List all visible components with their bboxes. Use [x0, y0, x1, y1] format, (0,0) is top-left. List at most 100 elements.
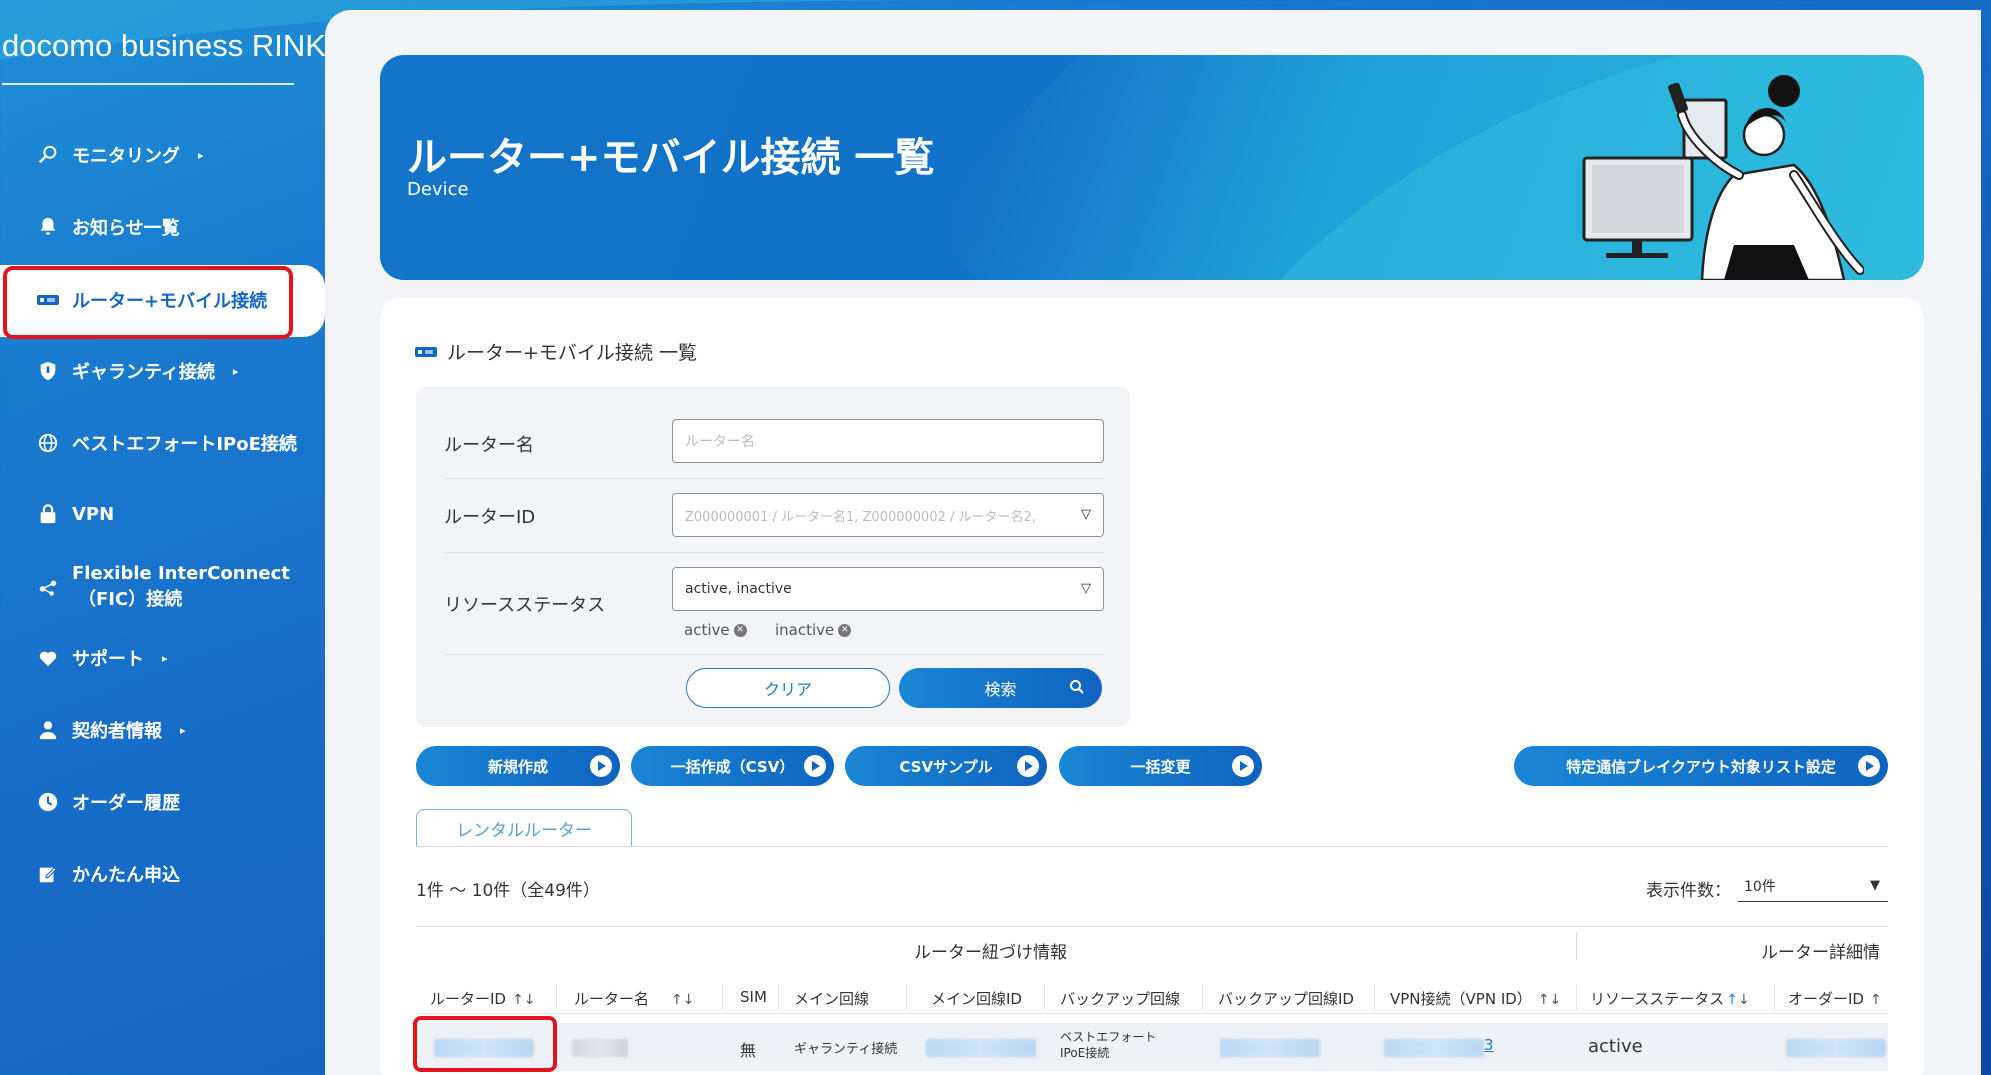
status-chip-inactive[interactable]: inactive ✕ [775, 621, 852, 639]
sidebar-item-label: 契約者情報 [72, 721, 162, 742]
play-circle-icon [1232, 755, 1254, 777]
col-order-id[interactable]: オーダーID ↑ [1788, 988, 1882, 1009]
col-main-line-id: メイン回線ID [931, 990, 1022, 1008]
col-resource-status[interactable]: リソースステータス ↑↓ [1590, 988, 1750, 1009]
chevron-right-icon: ▸ [232, 364, 239, 378]
order-id-redacted[interactable] [1786, 1039, 1886, 1057]
per-page-select[interactable]: 10件 ▼ [1738, 872, 1888, 902]
bulk-update-label: 一括変更 [1130, 757, 1191, 776]
sidebar-item-label: かんたん申込 [72, 865, 180, 886]
csv-sample-button[interactable]: CSVサンプル [845, 746, 1047, 786]
sidebar-item-label: お知らせ一覧 [72, 218, 180, 239]
col-label: VPN接続（VPN ID） [1390, 990, 1532, 1008]
col-separator [906, 984, 907, 1010]
sidebar-item-order-history[interactable]: オーダー履歴 [36, 789, 180, 815]
cell-sim: 無 [740, 1041, 757, 1060]
sidebar-item-label: VPN [72, 503, 115, 525]
section-heading: ルーター+モバイル接続 一覧 [415, 338, 697, 365]
bulk-create-csv-button[interactable]: 一括作成（CSV） [631, 746, 834, 786]
col-label: ルーター名 [574, 990, 650, 1008]
router-id-select[interactable]: Z000000001 / ルーター名1, Z000000002 / ルーター名2… [672, 493, 1104, 537]
sort-icon[interactable]: ↑↓ [671, 992, 694, 1008]
tab-divider [416, 846, 1888, 847]
col-backup-line-id: バックアップ回線ID [1218, 990, 1354, 1008]
cell-backup-line: ベストエフォート IPoE接続 [1060, 1029, 1156, 1061]
person-icon [36, 718, 60, 742]
sort-icon[interactable]: ↑↓ [1538, 992, 1561, 1008]
search-button[interactable]: 検索 [899, 668, 1102, 708]
breakout-list-button[interactable]: 特定通信ブレイクアウト対象リスト設定 [1514, 746, 1888, 786]
col-separator [1202, 984, 1203, 1010]
close-icon[interactable]: ✕ [838, 623, 852, 637]
filter-row-router-id: ルーターID Z000000001 / ルーター名1, Z000000002 /… [444, 479, 1104, 553]
backup-line-id-redacted[interactable] [1220, 1039, 1320, 1057]
create-button[interactable]: 新規作成 [416, 746, 620, 786]
table-row[interactable]: 無 ギャランティ接続 ベストエフォート IPoE接続 3 active [416, 1023, 1888, 1071]
sidebar-item-besteffort-ipoe[interactable]: ベストエフォートIPoE接続 [36, 430, 297, 456]
table-top-divider [416, 926, 1888, 927]
create-label: 新規作成 [487, 757, 548, 776]
sidebar-item-guaranty[interactable]: ギャランティ接続 ▸ [36, 358, 238, 384]
sidebar-item-label: サポート [72, 649, 144, 670]
router-name-input[interactable]: ルーター名 [672, 419, 1104, 463]
col-router-id[interactable]: ルーターID ↑↓ [430, 988, 535, 1009]
main-line-id-redacted[interactable] [926, 1039, 1036, 1057]
fic-label-line1: Flexible InterConnect [72, 563, 290, 584]
col-vpn[interactable]: VPN接続（VPN ID） ↑↓ [1390, 988, 1561, 1009]
sidebar-item-label: ギャランティ接続 [72, 362, 215, 383]
sort-icon[interactable]: ↑↓ [512, 992, 535, 1008]
play-circle-icon [804, 755, 826, 777]
sidebar-item-easy-apply[interactable]: かんたん申込 [36, 861, 180, 887]
bulk-create-label: 一括作成（CSV） [670, 757, 795, 776]
status-chip-active[interactable]: active ✕ [684, 621, 747, 639]
chip-label: active [684, 621, 730, 639]
fic-label-line2: （FIC）接続 [78, 589, 183, 610]
status-select[interactable]: active, inactive ▽ [672, 567, 1104, 611]
breakout-label: 特定通信ブレイクアウト対象リスト設定 [1566, 757, 1836, 776]
clock-icon [36, 790, 60, 814]
sidebar-item-support[interactable]: サポート ▸ [36, 645, 168, 671]
sidebar-item-monitoring[interactable]: モニタリング ▸ [36, 142, 204, 168]
group-header-linked: ルーター紐づけ情報 [914, 943, 1067, 963]
sidebar-item-label: ベストエフォートIPoE接続 [72, 434, 297, 455]
sort-up-icon[interactable]: ↑ [1726, 992, 1738, 1008]
clear-button[interactable]: クリア [686, 668, 890, 708]
bell-icon [36, 215, 60, 239]
brand-logo: docomo business RINK [2, 28, 326, 63]
per-page-label: 表示件数： [1646, 881, 1731, 901]
status-select-value: active, inactive [685, 581, 792, 597]
vpn-id-redacted[interactable] [1384, 1039, 1484, 1057]
col-separator [556, 984, 557, 1010]
network-nodes-icon [36, 575, 60, 599]
col-separator [1576, 984, 1577, 1010]
router-name-label: ルーター名 [444, 435, 534, 456]
col-separator [778, 984, 779, 1010]
vpn-link-suffix[interactable]: 3 [1484, 1036, 1494, 1054]
sort-icon[interactable]: ↑ [1870, 992, 1882, 1008]
bulk-update-button[interactable]: 一括変更 [1059, 746, 1262, 786]
chevron-down-icon: ▽ [1081, 507, 1091, 522]
filter-row-router-name: ルーター名 ルーター名 [444, 387, 1104, 479]
col-backup-line: バックアップ回線 [1060, 990, 1181, 1008]
table-header-row: ルーターID ↑↓ ルーター名 ↑↓ SIM メイン回線 メイン回線ID バックアッ… [416, 980, 1888, 1014]
play-circle-icon [590, 755, 612, 777]
close-icon[interactable]: ✕ [733, 623, 747, 637]
status-label: リソースステータス [444, 595, 606, 616]
section-title: ルーター+モバイル接続 一覧 [447, 342, 697, 364]
sidebar-item-fic[interactable]: Flexible InterConnect （FIC）接続 [36, 561, 290, 613]
edit-icon [36, 862, 60, 886]
router-icon [415, 346, 437, 357]
sort-down-icon[interactable]: ↓ [1738, 992, 1750, 1008]
per-page-value: 10件 [1744, 879, 1776, 895]
router-id-label: ルーターID [444, 507, 536, 528]
col-router-name[interactable]: ルーター名 ↑↓ [574, 988, 694, 1009]
hero-banner: ルーター+モバイル接続 一覧 Device [380, 55, 1924, 280]
sidebar-item-vpn[interactable]: VPN [36, 502, 114, 526]
tab-rental-router[interactable]: レンタルルーター [416, 809, 632, 847]
col-sim: SIM [740, 988, 767, 1006]
backup-line-text-1: ベストエフォート [1060, 1030, 1157, 1044]
sidebar-item-contractor[interactable]: 契約者情報 ▸ [36, 717, 186, 743]
sidebar-item-notices[interactable]: お知らせ一覧 [36, 214, 180, 240]
sidebar: docomo business RINK モニタリング ▸ お知らせ一覧 ルータ… [0, 0, 326, 1075]
chevron-down-icon: ▽ [1081, 581, 1091, 596]
